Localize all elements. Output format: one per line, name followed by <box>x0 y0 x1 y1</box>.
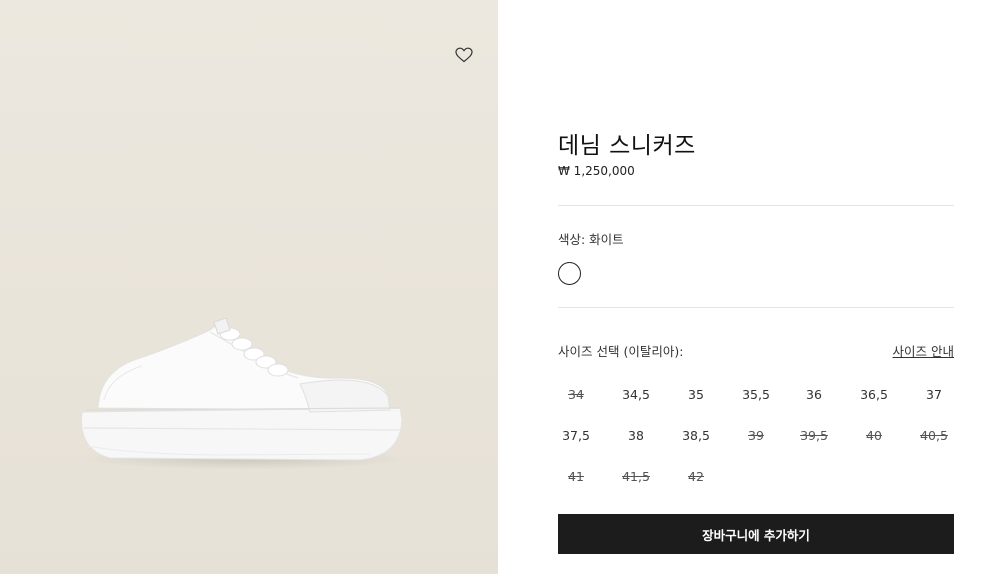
color-label: 색상: 화이트 <box>558 232 624 247</box>
size-select-label: 사이즈 선택 (이탈리아): <box>558 344 684 359</box>
size-option[interactable]: 38 <box>608 421 664 449</box>
size-option[interactable]: 42 <box>668 462 724 490</box>
size-guide-link[interactable]: 사이즈 안내 <box>893 341 954 360</box>
size-option[interactable]: 36,5 <box>846 380 902 408</box>
size-option[interactable]: 41 <box>548 462 604 490</box>
product-title: 데님 스니커즈 <box>558 133 696 159</box>
size-option[interactable]: 41,5 <box>608 462 664 490</box>
product-price: ₩ 1,250,000 <box>558 164 635 178</box>
wishlist-button[interactable] <box>452 44 476 66</box>
size-option[interactable]: 36 <box>786 380 842 408</box>
sneaker-image <box>81 317 403 461</box>
size-option[interactable]: 40 <box>846 421 902 449</box>
color-swatch-white[interactable] <box>558 262 581 285</box>
size-option[interactable]: 40,5 <box>906 421 962 449</box>
size-option[interactable]: 34 <box>548 380 604 408</box>
size-option[interactable]: 37 <box>906 380 962 408</box>
divider <box>558 307 954 308</box>
size-option[interactable]: 39,5 <box>786 421 842 449</box>
size-option[interactable]: 35 <box>668 380 724 408</box>
size-option[interactable]: 35,5 <box>728 380 784 408</box>
divider <box>558 205 954 206</box>
heart-icon <box>455 47 473 63</box>
size-option[interactable]: 39 <box>728 421 784 449</box>
size-option[interactable]: 38,5 <box>668 421 724 449</box>
add-to-cart-button[interactable]: 장바구니에 추가하기 <box>558 514 954 554</box>
size-option[interactable]: 34,5 <box>608 380 664 408</box>
product-info: 데님 스니커즈 ₩ 1,250,000 색상: 화이트 사이즈 선택 (이탈리아… <box>558 0 954 574</box>
size-option[interactable]: 37,5 <box>548 421 604 449</box>
product-image-panel <box>0 0 498 574</box>
